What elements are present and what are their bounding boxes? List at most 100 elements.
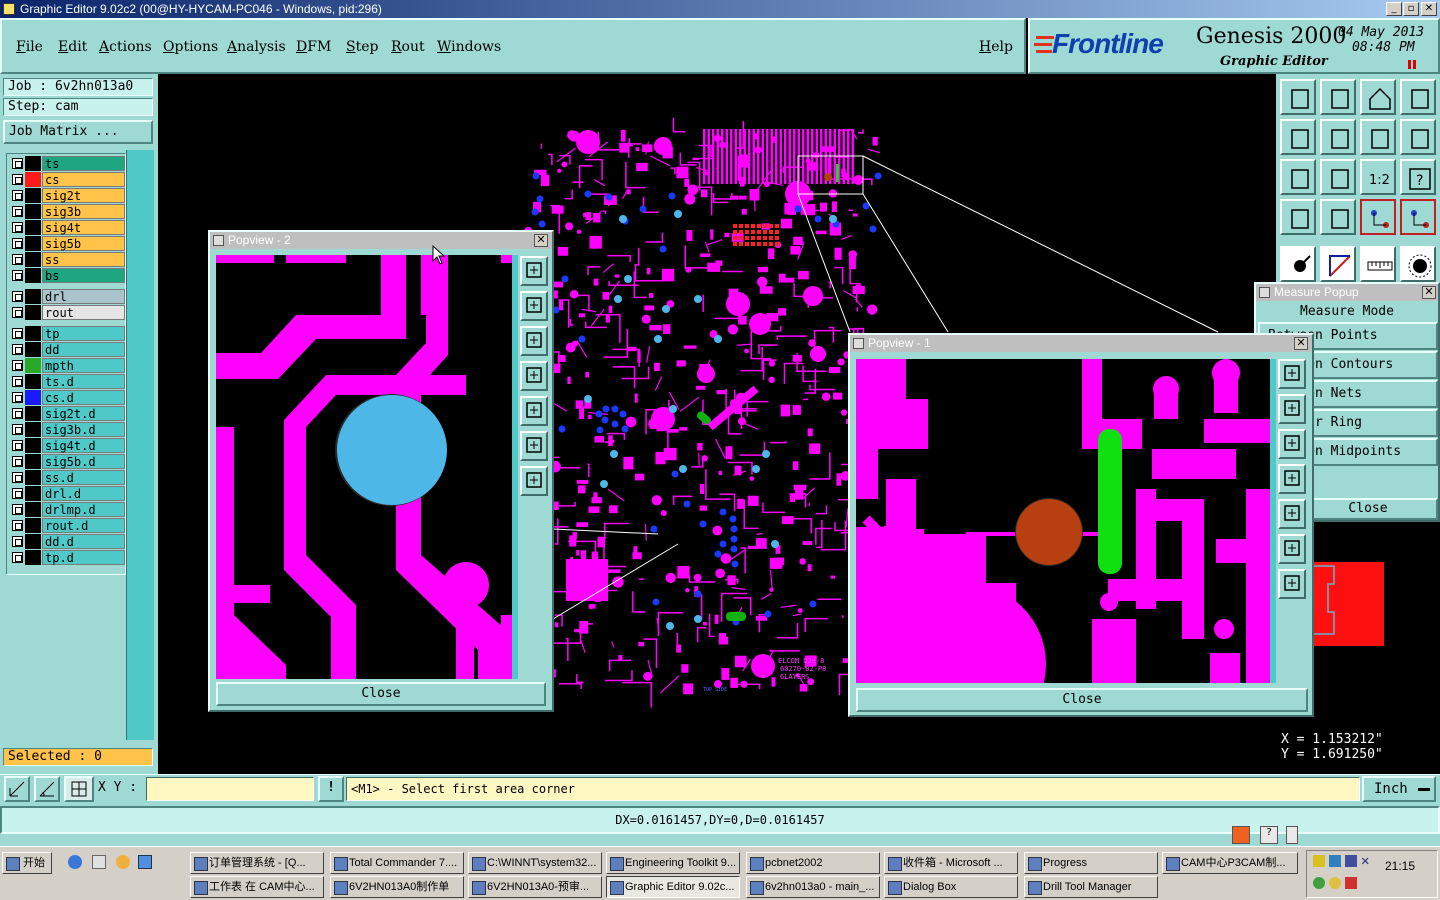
layer-color-swatch[interactable] (25, 358, 41, 373)
layer-row-sig4t-d[interactable]: sig4t.d (9, 438, 125, 453)
layer-name[interactable]: cs (42, 172, 125, 187)
layer-color-swatch[interactable] (25, 534, 41, 549)
popview-2-scrollbar[interactable] (512, 255, 518, 679)
layer-row-bs[interactable]: bs (9, 268, 125, 283)
popview-tool-zoom-center-icon[interactable] (520, 466, 548, 496)
tray-icon-6[interactable] (1329, 877, 1341, 889)
layer-color-swatch[interactable] (25, 236, 41, 251)
popview-1-close-button[interactable]: Close (856, 688, 1308, 712)
tool-scale-icon[interactable]: 1:2 (1360, 159, 1396, 195)
layer-checkbox[interactable] (12, 344, 23, 355)
taskbar-button[interactable]: 6V2HN013A0制作单 (330, 876, 464, 898)
layer-row-sig5b[interactable]: sig5b (9, 236, 125, 251)
layer-color-swatch[interactable] (25, 289, 41, 304)
popview-2-close-icon[interactable]: ✕ (534, 234, 548, 247)
taskbar-button[interactable]: 6v2hn013a0 - main_... (746, 876, 880, 898)
taskbar-button[interactable]: 工作表 在 CAM中心... (190, 876, 324, 898)
popview-1-scrollbar[interactable] (1270, 359, 1276, 683)
layer-checkbox[interactable] (12, 456, 23, 467)
layer-checkbox[interactable] (12, 307, 23, 318)
layer-color-swatch[interactable] (25, 172, 41, 187)
angle-icon[interactable] (34, 776, 60, 802)
popview-1-titlebar[interactable]: Popview - 1 ✕ (850, 335, 1312, 352)
tool-open-icon[interactable] (1280, 79, 1316, 115)
layer-row-mpth[interactable]: mpth (9, 358, 125, 373)
layer-row-tp[interactable]: tp (9, 326, 125, 341)
layer-row-sig2t-d[interactable]: sig2t.d (9, 406, 125, 421)
layer-name[interactable]: dd (42, 342, 125, 357)
layer-name[interactable]: sig3b.d (42, 422, 125, 437)
layer-checkbox[interactable] (12, 488, 23, 499)
ime-icon[interactable] (1232, 826, 1250, 844)
layer-name[interactable]: ts.d (42, 374, 125, 389)
layer-checkbox[interactable] (12, 291, 23, 302)
tool-ruler-icon[interactable] (1360, 246, 1396, 282)
tool-save-icon[interactable] (1320, 79, 1356, 115)
layer-row-rout[interactable]: rout (9, 305, 125, 320)
layer-color-swatch[interactable] (25, 220, 41, 235)
layer-row-sig2t[interactable]: sig2t (9, 188, 125, 203)
layer-color-swatch[interactable] (25, 518, 41, 533)
popview-2-view[interactable] (216, 255, 512, 679)
tool-netlist-icon[interactable] (1400, 199, 1436, 235)
outlook-quicklaunch-icon[interactable] (92, 855, 106, 869)
layer-checkbox[interactable] (12, 270, 23, 281)
layer-row-cs-d[interactable]: cs.d (9, 390, 125, 405)
measure-popup-close-icon[interactable]: ✕ (1422, 286, 1436, 299)
layer-checkbox[interactable] (12, 206, 23, 217)
tool-center-icon[interactable] (1320, 159, 1356, 195)
layer-name[interactable]: sig5b (42, 236, 125, 251)
layer-checkbox[interactable] (12, 424, 23, 435)
layer-color-swatch[interactable] (25, 486, 41, 501)
tool-question-icon[interactable]: ? (1400, 159, 1436, 195)
layer-name[interactable]: cs.d (42, 390, 125, 405)
layer-name[interactable]: dd.d (42, 534, 125, 549)
layer-row-drl-d[interactable]: drl.d (9, 486, 125, 501)
layer-checkbox[interactable] (12, 174, 23, 185)
tray-icon-2[interactable] (1329, 855, 1341, 867)
layer-name[interactable]: drl.d (42, 486, 125, 501)
layer-row-sig3b-d[interactable]: sig3b.d (9, 422, 125, 437)
layer-name[interactable]: ss (42, 252, 125, 267)
desktop-quicklaunch-icon[interactable] (138, 855, 152, 869)
layer-checkbox[interactable] (12, 440, 23, 451)
layer-checkbox[interactable] (12, 392, 23, 403)
layer-name[interactable]: rout (42, 305, 125, 320)
layer-color-swatch[interactable] (25, 550, 41, 565)
xy-input[interactable] (146, 777, 314, 801)
tool-snap-pad-icon[interactable] (1280, 246, 1316, 282)
tool-draw-icon[interactable] (1320, 246, 1356, 282)
layer-color-swatch[interactable] (25, 390, 41, 405)
taskbar-button[interactable]: pcbnet2002 (746, 852, 880, 874)
layer-checkbox[interactable] (12, 552, 23, 563)
layer-checkbox[interactable] (12, 376, 23, 387)
tool-right-icon[interactable] (1320, 119, 1356, 155)
job-matrix-button[interactable]: Job Matrix ... (3, 120, 153, 144)
measure-popup-titlebar[interactable]: Measure Popup ✕ (1256, 284, 1438, 301)
layer-color-swatch[interactable] (25, 374, 41, 389)
tray-icon-7[interactable] (1345, 877, 1357, 889)
layer-color-swatch[interactable] (25, 305, 41, 320)
tool-fit-icon[interactable] (1280, 159, 1316, 195)
layer-row-drl[interactable]: drl (9, 289, 125, 304)
layer-color-swatch[interactable] (25, 470, 41, 485)
taskbar-button[interactable]: 收件箱 - Microsoft ... (884, 852, 1018, 874)
layer-name[interactable]: sig2t.d (42, 406, 125, 421)
tray-scroll-icon[interactable] (1286, 826, 1298, 844)
layer-color-swatch[interactable] (25, 326, 41, 341)
tool-redo-icon[interactable] (1400, 119, 1436, 155)
help-icon[interactable]: ? (1260, 826, 1278, 844)
layer-name[interactable]: sig4t (42, 220, 125, 235)
layer-color-swatch[interactable] (25, 156, 41, 171)
close-window-button[interactable]: ✕ (1421, 2, 1437, 16)
taskbar-button[interactable]: Total Commander 7.... (330, 852, 464, 874)
menu-actions[interactable]: Actions (99, 39, 152, 55)
popview-tool-zoom-fit-icon[interactable] (1278, 534, 1306, 564)
taskbar-button[interactable]: CAM中心P3CAM制... (1162, 852, 1298, 874)
layer-color-swatch[interactable] (25, 188, 41, 203)
layer-row-tp-d[interactable]: tp.d (9, 550, 125, 565)
layer-checkbox[interactable] (12, 328, 23, 339)
layer-scrollbar[interactable] (126, 150, 154, 740)
tool-undo-icon[interactable] (1360, 119, 1396, 155)
menu-step[interactable]: Step (346, 39, 378, 55)
